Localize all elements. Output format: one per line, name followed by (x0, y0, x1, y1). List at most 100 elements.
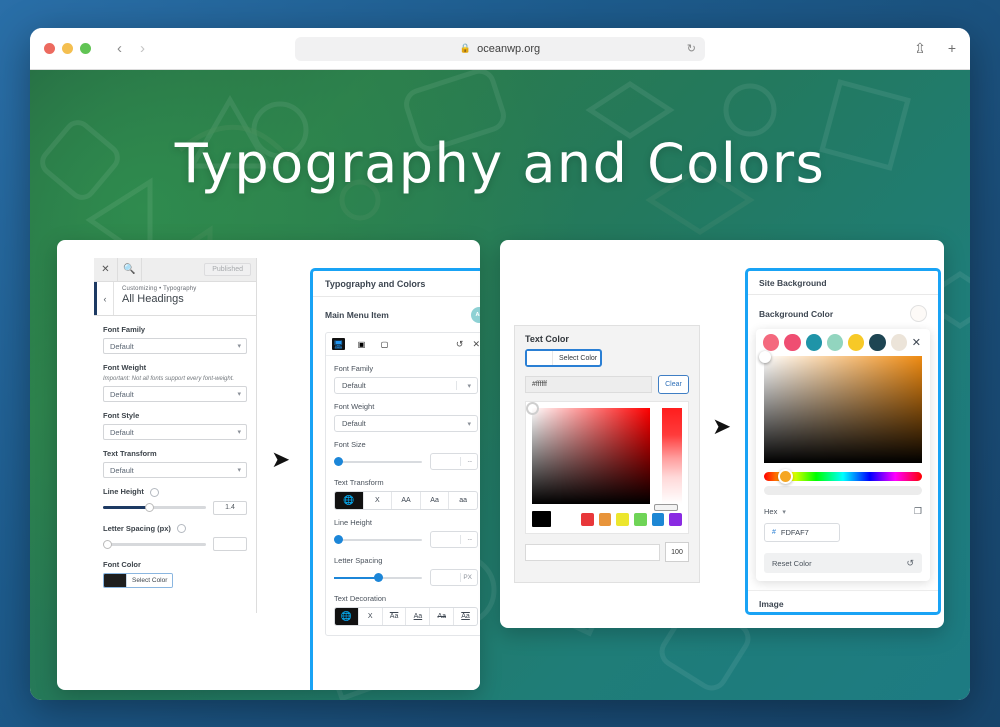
preset-swatches[interactable] (532, 511, 682, 527)
saturation-area[interactable] (526, 402, 650, 504)
select-color-button[interactable]: Select Color (525, 349, 602, 367)
saturation-area[interactable] (759, 351, 922, 463)
font-color-picker-button[interactable]: Select Color (103, 573, 174, 589)
reset-icon[interactable]: ↺ (456, 339, 464, 350)
td-option-underline[interactable]: Aa (406, 608, 431, 625)
palette-swatch-rose[interactable] (784, 334, 801, 351)
palette-swatch-cream[interactable] (890, 334, 907, 351)
line-height-input[interactable]: -- (430, 531, 478, 548)
tablet-icon[interactable]: ▣ (355, 338, 368, 350)
font-style-select[interactable]: Default ▾ (103, 424, 247, 440)
background-color-swatch[interactable] (910, 305, 927, 322)
td-option-linethrough[interactable]: Aa (430, 608, 455, 625)
td-option-none[interactable]: X (359, 608, 383, 625)
td-option-both[interactable]: Aa (454, 608, 477, 625)
hue-handle[interactable] (654, 504, 678, 511)
font-size-slider-row[interactable]: -- (334, 453, 478, 470)
reset-color-button[interactable]: Reset Color ↺ (764, 553, 922, 573)
text-transform-select[interactable]: Default ▾ (103, 462, 247, 478)
swatch-blue[interactable] (651, 512, 665, 526)
forward-icon[interactable]: › (140, 41, 145, 56)
palette-swatch-navy[interactable] (869, 334, 886, 351)
typography-badge[interactable]: Aa (471, 307, 480, 323)
palette-swatches[interactable]: ✕ (756, 329, 930, 356)
alpha-slider[interactable] (525, 543, 660, 561)
saturation-handle[interactable] (759, 351, 771, 363)
font-weight-select[interactable]: Default ▾ (103, 386, 247, 402)
palette-swatch-teal[interactable] (805, 334, 822, 351)
letter-spacing-slider[interactable] (334, 573, 422, 582)
line-height-slider[interactable] (334, 535, 422, 544)
hue-slider[interactable] (654, 408, 682, 511)
minimize-window-button[interactable] (62, 43, 73, 54)
palette-swatch-yellow[interactable] (848, 334, 865, 351)
maximize-window-button[interactable] (80, 43, 91, 54)
close-icon[interactable]: ✕ (472, 339, 480, 350)
copy-icon[interactable]: ❐ (914, 506, 922, 517)
device-toolbar[interactable]: 🖥 ▣ ▢ ↺ ✕ (326, 333, 480, 356)
td-option-overline[interactable]: Aa (383, 608, 407, 625)
palette-swatch-mint[interactable] (826, 334, 843, 351)
palette-swatch-pink[interactable] (763, 334, 780, 351)
hex-input[interactable]: # FDFAF7 (764, 523, 840, 542)
device-actions[interactable]: ↺ ✕ (456, 339, 480, 350)
letter-spacing-value[interactable] (213, 537, 247, 552)
swatch-green[interactable] (633, 512, 647, 526)
search-icon[interactable]: 🔍 (118, 257, 142, 282)
line-height-value[interactable]: 1.4 (213, 500, 247, 515)
navigation-buttons[interactable]: ‹ › (117, 41, 145, 56)
back-icon[interactable]: ‹ (94, 282, 114, 315)
line-height-slider[interactable] (103, 503, 206, 513)
font-family-select[interactable]: Default ▾ (334, 377, 478, 394)
tt-option-lowercase[interactable]: aa (449, 492, 477, 509)
swatch-yellow[interactable] (616, 512, 629, 526)
close-window-button[interactable] (44, 43, 55, 54)
chevron-down-icon[interactable]: ▾ (782, 508, 786, 516)
swatch-orange[interactable] (598, 512, 612, 526)
saturation-handle[interactable] (526, 402, 539, 415)
text-decoration-segmented[interactable]: 🌐 X Aa Aa Aa Aa (334, 607, 478, 626)
share-icon[interactable]: ⇫ (914, 40, 926, 57)
globe-icon[interactable]: 🌐 (335, 608, 359, 625)
hue-slider[interactable] (764, 469, 922, 484)
font-size-input[interactable]: -- (430, 453, 478, 470)
window-controls[interactable] (44, 43, 91, 54)
back-icon[interactable]: ‹ (117, 41, 122, 56)
text-transform-segmented[interactable]: 🌐 X AA Aa aa (334, 491, 478, 510)
alpha-value[interactable]: 100 (665, 542, 689, 562)
globe-icon[interactable]: 🌐 (335, 492, 364, 509)
mobile-icon[interactable]: ▢ (378, 338, 391, 350)
letter-spacing-slider-row[interactable]: PX (334, 569, 478, 586)
hue-handle[interactable] (778, 469, 793, 484)
letter-spacing-slider-row[interactable] (103, 537, 247, 552)
swatch-white[interactable] (556, 512, 576, 526)
font-family-select[interactable]: Default ▾ (103, 338, 247, 354)
letter-spacing-slider[interactable] (103, 539, 206, 549)
line-height-slider-row[interactable]: -- (334, 531, 478, 548)
new-tab-icon[interactable]: + (948, 40, 956, 57)
letter-spacing-input[interactable]: PX (430, 569, 478, 586)
tt-option-x[interactable]: X (364, 492, 393, 509)
tt-option-uppercase[interactable]: AA (392, 492, 421, 509)
close-icon[interactable]: ✕ (912, 336, 923, 349)
font-weight-select[interactable]: Default ▾ (334, 415, 478, 432)
line-height-slider-row[interactable]: 1.4 (103, 500, 247, 515)
toolbar-actions[interactable]: ⇫ + (914, 40, 956, 57)
alpha-slider[interactable] (764, 486, 922, 495)
published-button[interactable]: Published (204, 263, 251, 276)
clear-button[interactable]: Clear (658, 375, 689, 394)
font-size-slider[interactable] (334, 457, 422, 466)
color-picker[interactable] (525, 401, 689, 534)
swatch-red[interactable] (580, 512, 594, 526)
close-icon[interactable]: ✕ (94, 257, 118, 282)
reset-icon[interactable] (149, 487, 159, 497)
tt-option-capitalize[interactable]: Aa (421, 492, 450, 509)
swatch-black[interactable] (532, 511, 552, 527)
swatch-purple[interactable] (669, 512, 682, 526)
reset-icon[interactable] (177, 524, 187, 534)
address-bar[interactable]: 🔒 oceanwp.org ↻ (295, 36, 705, 61)
reload-icon[interactable]: ↻ (687, 42, 696, 55)
desktop-icon[interactable]: 🖥 (332, 338, 345, 350)
hex-input[interactable]: #ffffff (525, 376, 652, 393)
typography-colors-panel: Typography and Colors Main Menu Item Aa … (310, 268, 480, 690)
